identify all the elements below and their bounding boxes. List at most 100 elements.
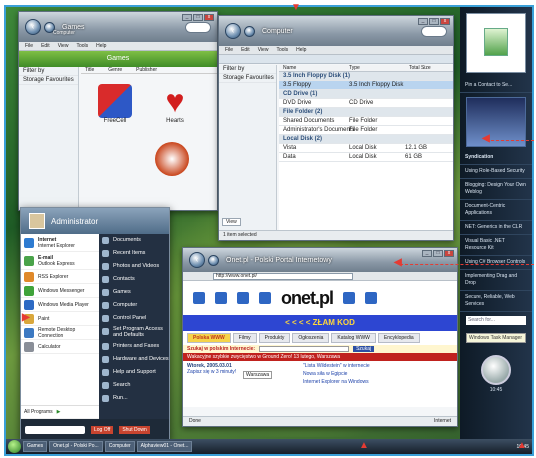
place-search[interactable]: Search [99,379,169,392]
feed-item[interactable]: Implementing Drag and Drop [460,270,532,291]
feed-item[interactable]: Blogging: Design Your Own Weblog [460,179,532,200]
group-header[interactable]: File Folder (2) [279,108,453,117]
games-titlebar[interactable]: ‹ › Games Computer _ □ x [19,12,217,42]
file-row[interactable]: Administrator's Documents File Folder [279,126,453,135]
computer-search-input[interactable] [421,26,447,37]
tab-polska-www[interactable]: Polska WWW [187,333,231,343]
news-icon[interactable] [193,292,205,304]
storage-favourites[interactable]: Storage Favourites [19,76,78,85]
col-genre[interactable]: Genre [108,67,122,73]
menu-help[interactable]: Help [96,43,106,49]
start-search-input[interactable] [25,426,85,434]
sidebar-search-input[interactable]: Search for... [466,316,526,325]
place-printers[interactable]: Printers and Faxes [99,340,169,353]
menu-tools[interactable]: Tools [76,43,88,49]
place-hardware[interactable]: Hardware and Devices [99,353,169,366]
back-icon[interactable]: ‹ [189,252,205,268]
feed-item[interactable]: Using Role-Based Security [460,165,532,179]
start-item-paint[interactable]: Paint [21,312,99,326]
freecell-item[interactable]: FreeCell [95,84,135,124]
minimize-icon[interactable]: _ [422,250,432,257]
computer-titlebar[interactable]: ‹ › Computer _ □ x [219,16,453,46]
onet-logo[interactable]: onet.pl [281,288,334,309]
shutdown-button[interactable]: Shut Down [119,426,150,434]
hearts-item[interactable]: ♥ Hearts [155,84,195,124]
portal-search-input[interactable] [259,346,350,352]
games-search-input[interactable] [185,22,211,33]
maximize-icon[interactable]: □ [433,250,443,257]
place-program-access[interactable]: Set Program Access and Defaults [99,325,169,340]
all-programs-button[interactable]: All Programs ▶ [21,405,99,419]
file-row[interactable]: Data Local Disk 61 GB [279,153,453,162]
start-item-internet[interactable]: Internet Internet Explorer [21,234,99,252]
group-header[interactable]: Local Disk (2) [279,135,453,144]
place-documents[interactable]: Documents [99,234,169,247]
menu-edit[interactable]: Edit [41,43,50,49]
avatar[interactable] [29,213,45,229]
news-link[interactable]: Internet Explorer na Windows [303,379,369,385]
game-icon[interactable] [155,142,189,176]
start-item-email[interactable]: E-mail Outlook Express [21,252,99,270]
minimize-icon[interactable]: _ [418,18,428,25]
news-link[interactable]: Nowa siła w Egipcie [303,371,347,377]
place-games[interactable]: Games [99,286,169,299]
place-control-panel[interactable]: Control Panel [99,312,169,325]
start-item-rss[interactable]: RSS Explorer [21,270,99,284]
place-recent-items[interactable]: Recent Items [99,247,169,260]
maximize-icon[interactable]: □ [193,14,203,21]
place-help[interactable]: Help and Support [99,366,169,379]
menu-help[interactable]: Help [296,47,306,53]
place-contacts[interactable]: Contacts [99,273,169,286]
start-item-media-player[interactable]: Windows Media Player [21,298,99,312]
place-computer[interactable]: Computer [99,299,169,312]
minimize-icon[interactable]: _ [182,14,192,21]
feed-item[interactable]: Using C# Browser Controls [460,256,532,270]
gadget-caption[interactable]: Pin a Contact to Se... [460,79,532,93]
col-type[interactable]: Type [349,65,409,71]
start-item-calculator[interactable]: Calculator [21,340,99,354]
menu-file[interactable]: File [25,43,33,49]
place-run[interactable]: Run... [99,392,169,405]
games-crumb[interactable]: Computer [53,30,75,36]
ad-banner[interactable]: < < < < ZŁAM KOD [183,315,457,331]
feed-item[interactable]: Document-Centric Applications [460,200,532,221]
taskbar-button-games[interactable]: Games [23,441,48,452]
start-item-messenger[interactable]: Windows Messenger [21,284,99,298]
contacts-gadget[interactable] [466,13,526,73]
music-icon[interactable] [259,292,271,304]
tab-filmy[interactable]: Filmy [232,333,257,343]
back-icon[interactable]: ‹ [225,23,241,39]
taskbar-button-browser[interactable]: Onet.pl - Polski Po... [49,441,103,452]
menu-tools[interactable]: Tools [276,47,288,53]
storage-favourites[interactable]: Storage Favourites [219,74,276,83]
file-row[interactable]: 3.5 Floppy 3.5 Inch Floppy Disk [279,81,453,90]
news-ticker[interactable]: Wakacyjne szybkie zwycięstwo w Ground Ze… [183,353,457,361]
file-row[interactable]: Vista Local Disk 12.1 GB [279,144,453,153]
group-header[interactable]: 3.5 Inch Floppy Disk (1) [279,72,453,81]
clock-gadget[interactable] [481,355,511,385]
tab-produkty[interactable]: Produkty [258,333,291,343]
file-row[interactable]: Shared Documents File Folder [279,117,453,126]
view-button[interactable]: View [222,218,241,226]
blog-icon[interactable] [343,292,355,304]
search-button[interactable]: Szukaj [353,346,375,352]
weather-select[interactable]: Warszawa [243,371,273,379]
col-title[interactable]: Title [85,67,94,73]
taskbar-button-computer[interactable]: Computer [104,441,135,452]
close-icon[interactable]: x [440,18,450,25]
shop-icon[interactable] [365,292,377,304]
place-photos-videos[interactable]: Photos and Videos [99,260,169,273]
forward-icon[interactable]: › [208,254,219,266]
col-publisher[interactable]: Publisher [136,67,157,73]
logoff-button[interactable]: Log Off [91,426,114,434]
back-icon[interactable]: ‹ [25,19,41,35]
menu-view[interactable]: View [258,47,269,53]
feed-item[interactable]: NET: Generics in the CLR [460,221,532,235]
taskbar-button-alphaview[interactable]: Alphaview01 - Onet... [136,441,193,452]
tab-encyklopedia[interactable]: Encyklopedia [377,333,420,343]
start-orb-icon[interactable] [8,440,21,453]
menu-edit[interactable]: Edit [241,47,250,53]
feed-item[interactable]: Visual Basic .NET Resource Kit [460,235,532,256]
forward-icon[interactable]: › [244,25,255,37]
menu-file[interactable]: File [225,47,233,53]
